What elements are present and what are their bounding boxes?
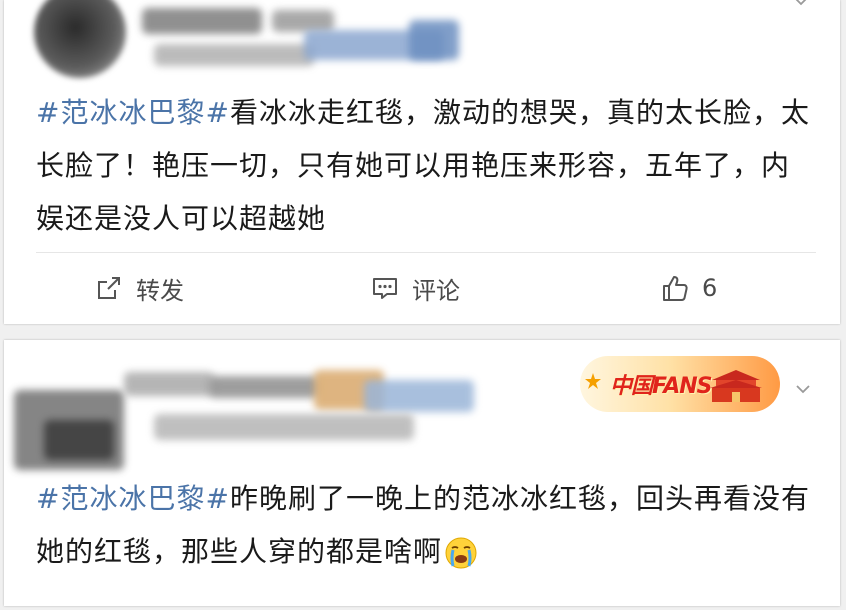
star-icon [585,373,601,389]
badge-text: 中国FANS [610,374,712,399]
thumbs-up-icon [663,276,688,301]
china-fans-badge[interactable]: 中国FANS [580,356,780,412]
tiananmen-gate-icon [710,370,762,402]
comment-button[interactable]: 评论 [370,270,460,306]
crying-face-icon [445,537,477,569]
post-text: #范冰冰巴黎#昨晚刷了一晚上的范冰冰红毯，回头再看没有她的红毯，那些人穿的都是啥… [36,472,816,578]
like-button[interactable]: 6 [660,270,717,306]
hashtag-link[interactable]: #范冰冰巴黎# [36,96,230,129]
post-card-1: #范冰冰巴黎#看冰冰走红毯，激动的想哭，真的太长脸，太长脸了！艳压一切，只有她可… [4,0,840,324]
comment-label: 评论 [412,276,460,305]
divider [36,252,816,253]
comment-bubble-icon [373,278,397,299]
like-count: 6 [702,274,718,302]
post-card-2: 中国FANS #范冰冰巴黎#昨晚刷了一晚上的范冰冰红毯，回头再看没有她的红毯，那… [4,340,840,606]
repost-label: 转发 [136,276,184,305]
share-arrow-icon [98,277,120,299]
chevron-down-icon[interactable] [792,0,810,10]
avatar[interactable] [34,0,126,78]
repost-button[interactable]: 转发 [94,270,184,306]
hashtag-link[interactable]: #范冰冰巴黎# [36,482,230,515]
chevron-down-icon[interactable] [794,380,812,398]
post-text: #范冰冰巴黎#看冰冰走红毯，激动的想哭，真的太长脸，太长脸了！艳压一切，只有她可… [36,86,816,245]
